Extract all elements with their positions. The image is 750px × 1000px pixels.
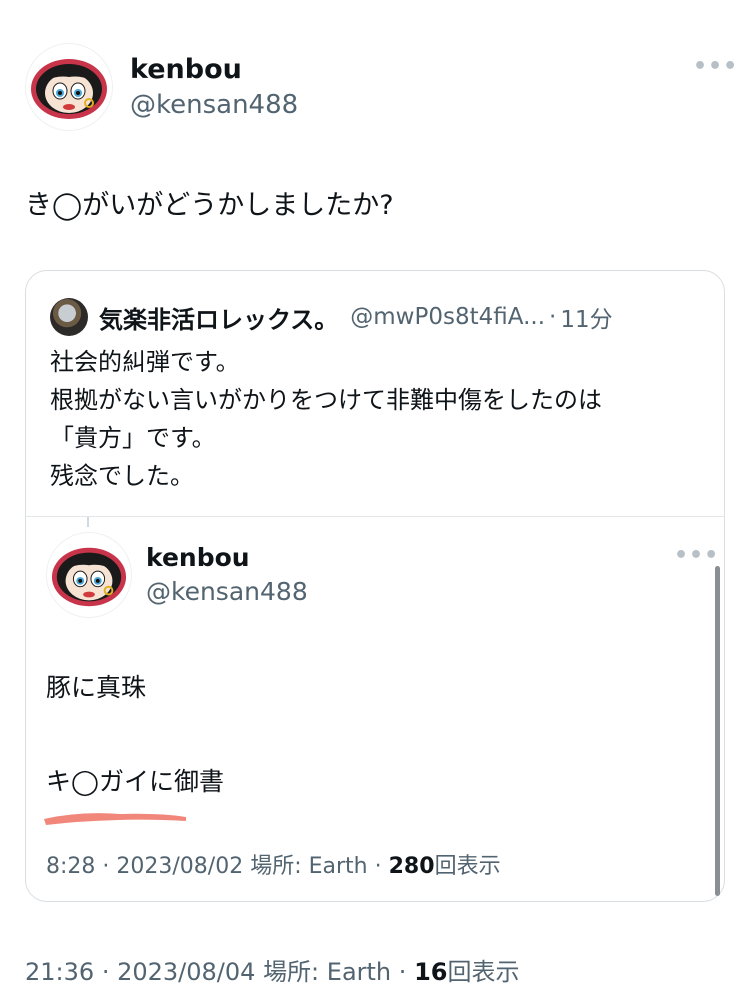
quoted-author-handle[interactable]: @mwP0s8t4fiA... <box>350 304 545 330</box>
tweet-date[interactable]: 2023/08/04 <box>117 958 255 986</box>
views-label: 回表示 <box>447 958 520 986</box>
inner-tweet-text-line: キ◯ガイに御書 <box>46 767 224 796</box>
quoted-author-name[interactable]: 気楽非活ロレックス。 <box>99 300 338 335</box>
author-handle[interactable]: @kensan488 <box>130 90 298 120</box>
inner-date[interactable]: 2023/08/02 <box>116 854 243 879</box>
avatar[interactable] <box>25 43 113 131</box>
avatar[interactable] <box>46 532 132 618</box>
separator-dot: · <box>374 854 382 879</box>
cartoon-avatar-icon <box>31 59 107 119</box>
inner-location: 場所: Earth <box>250 854 368 879</box>
tweet-time[interactable]: 21:36 <box>25 958 94 986</box>
inner-author-handle[interactable]: @kensan488 <box>146 577 308 606</box>
author-name[interactable]: kenbou <box>130 54 242 85</box>
inner-views-count[interactable]: 280 <box>389 854 435 879</box>
separator-dot: · <box>102 854 110 879</box>
inner-time[interactable]: 8:28 <box>46 854 95 879</box>
quoted-text-line: 残念でした。 <box>50 462 194 490</box>
inner-tweet-meta: 8:28 · 2023/08/02 場所: Earth · 280回表示 <box>46 848 501 880</box>
inner-tweet-text-line: 豚に真珠 <box>46 673 147 702</box>
views-count[interactable]: 16 <box>414 958 447 986</box>
separator-dot: · <box>398 958 407 986</box>
scrollbar[interactable] <box>715 566 720 896</box>
cartoon-avatar-icon <box>51 547 127 607</box>
tweet-location: 場所: Earth <box>263 958 392 986</box>
quoted-tweet-text: 社会的糾弾です。 根拠がない言いがかりをつけて非難中傷をしたのは 「貴方」です。… <box>50 343 602 495</box>
separator-dot: · <box>549 304 557 330</box>
divider <box>25 516 725 517</box>
separator-dot: · <box>101 958 110 986</box>
highlight-underline <box>44 813 186 825</box>
tweet-text: き◯がいがどうかしましたか? <box>25 190 394 221</box>
inner-author-name[interactable]: kenbou <box>146 543 250 572</box>
quoted-text-line: 根拠がない言いがかりをつけて非難中傷をしたのは <box>50 386 602 414</box>
tweet-meta: 21:36 · 2023/08/04 場所: Earth · 16回表示 <box>25 952 519 987</box>
inner-views-label: 回表示 <box>434 854 501 879</box>
more-dots-icon[interactable]: ••• <box>693 54 738 79</box>
quoted-tweet-header: 気楽非活ロレックス。 @mwP0s8t4fiA... · 11分 <box>50 297 700 337</box>
quoted-text-line: 社会的糾弾です。 <box>50 348 240 376</box>
quoted-text-line: 「貴方」です。 <box>50 424 216 452</box>
watch-avatar-icon[interactable] <box>50 298 88 336</box>
thread-connector <box>87 517 89 527</box>
quoted-time-ago[interactable]: 11分 <box>560 300 612 334</box>
more-dots-icon[interactable]: ••• <box>674 543 719 568</box>
